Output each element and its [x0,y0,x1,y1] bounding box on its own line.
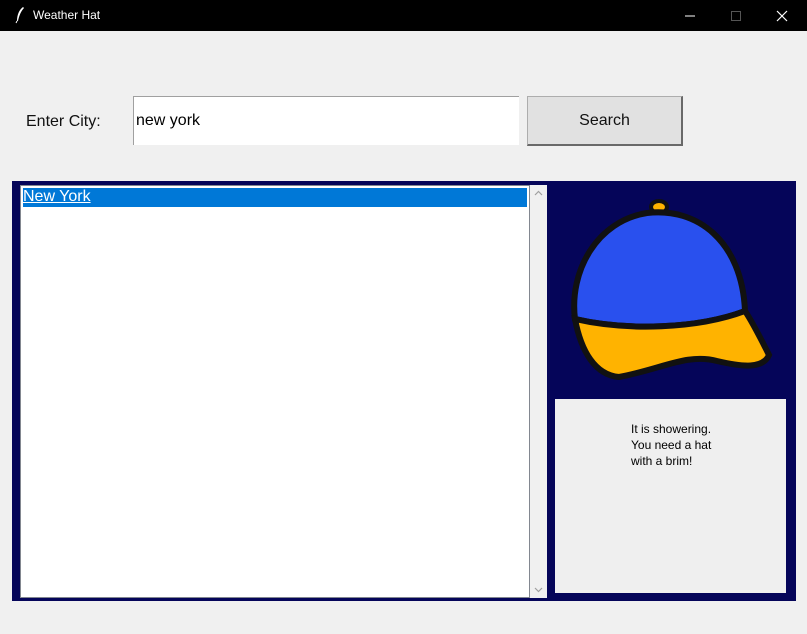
advice-text: It is showering. You need a hat with a b… [631,422,712,468]
feather-icon [15,7,24,24]
search-button[interactable]: Search [527,96,683,146]
city-label: Enter City: [26,113,101,130]
maximize-button[interactable] [713,0,759,31]
list-item[interactable]: New York [23,188,527,207]
window-title: Weather Hat [33,8,101,22]
hat-crown [571,209,749,330]
list-scrollbar[interactable] [530,185,547,598]
city-listbox[interactable]: New York [20,185,530,598]
close-icon [776,10,788,22]
title-bar: Weather Hat [0,0,807,31]
minimize-button[interactable] [667,0,713,31]
close-button[interactable] [759,0,805,31]
scroll-up-arrow-icon[interactable] [530,185,547,202]
advice-box: It is showering. You need a hat with a b… [555,399,786,593]
results-panel: New York It is showering. You need a hat… [12,181,796,601]
maximize-icon [731,11,741,21]
minimize-icon [685,15,695,17]
hat-image [571,199,773,381]
city-input[interactable] [133,96,519,145]
scroll-down-arrow-icon[interactable] [530,581,547,598]
